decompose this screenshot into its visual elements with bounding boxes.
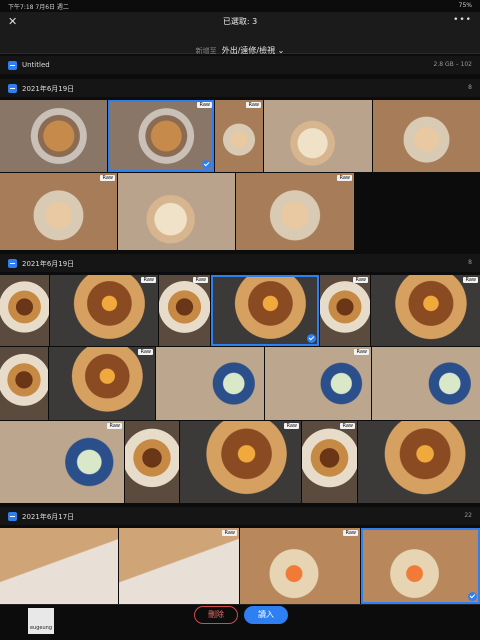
section-checkbox[interactable] xyxy=(8,84,17,93)
selected-check-icon xyxy=(202,160,211,169)
photo-thumbnail[interactable] xyxy=(0,528,118,604)
photo-thumbnail[interactable]: Raw xyxy=(371,275,480,346)
action-bar xyxy=(0,604,480,640)
album-size: 2.8 GB – 102 xyxy=(433,61,472,68)
status-bar: 下午7:18 7月6日 週二 75% xyxy=(0,0,480,12)
section-date: 2021年6月19日 xyxy=(22,85,75,93)
battery-indicator: 75% xyxy=(458,2,472,9)
selected-check-icon xyxy=(307,334,316,343)
photo-thumbnail[interactable]: Raw xyxy=(108,100,214,172)
photo-thumbnail[interactable]: Raw xyxy=(265,347,371,420)
section-header[interactable]: 2021年6月17日 22 xyxy=(0,507,480,525)
photo-thumbnail[interactable]: Raw xyxy=(50,275,158,346)
photo-thumbnail[interactable] xyxy=(156,347,264,420)
raw-badge: Raw xyxy=(353,277,368,283)
destination-value[interactable]: 外出/遠修/檢視 ⌄ xyxy=(222,46,285,55)
photo-thumbnail[interactable]: Raw xyxy=(240,528,360,604)
raw-badge: Raw xyxy=(340,423,355,429)
photo-thumbnail[interactable]: Raw xyxy=(236,173,354,250)
album-checkbox[interactable] xyxy=(8,61,17,70)
raw-badge: Raw xyxy=(100,175,115,181)
raw-badge: Raw xyxy=(197,102,212,108)
photo-thumbnail[interactable]: Raw xyxy=(180,421,301,503)
section-count: 8 xyxy=(468,84,472,91)
section-count: 22 xyxy=(464,512,472,519)
top-bar: ✕ 已選取: 3 ••• xyxy=(0,12,480,32)
photo-thumbnail[interactable] xyxy=(0,347,48,420)
photo-thumbnail[interactable] xyxy=(0,100,107,172)
photo-thumbnail[interactable]: Raw xyxy=(0,173,117,250)
raw-badge: Raw xyxy=(337,175,352,181)
destination-bar[interactable]: 新增至 外出/遠修/檢視 ⌄ xyxy=(0,32,480,55)
selection-title: 已選取: 3 xyxy=(222,17,258,26)
raw-badge: Raw xyxy=(284,423,299,429)
photo-thumbnail[interactable] xyxy=(373,100,480,172)
raw-badge: Raw xyxy=(193,277,208,283)
section-date: 2021年6月19日 xyxy=(22,260,75,268)
photo-thumbnail[interactable]: Raw xyxy=(320,275,370,346)
photo-thumbnail[interactable]: Raw xyxy=(0,421,124,503)
destination-prefix: 新增至 xyxy=(195,47,217,55)
raw-badge: Raw xyxy=(246,102,261,108)
section-count: 8 xyxy=(468,259,472,266)
photo-thumbnail[interactable] xyxy=(125,421,179,503)
raw-badge: Raw xyxy=(354,349,369,355)
selected-check-icon xyxy=(468,592,477,601)
section-checkbox[interactable] xyxy=(8,512,17,521)
section-header[interactable]: 2021年6月19日 8 xyxy=(0,79,480,97)
photo-thumbnail[interactable]: Raw xyxy=(215,100,263,172)
raw-badge: Raw xyxy=(107,423,122,429)
photo-thumbnail[interactable] xyxy=(372,347,480,420)
album-title: Untitled xyxy=(22,61,50,69)
photo-thumbnail[interactable]: Raw xyxy=(159,275,210,346)
status-time: 下午7:18 7月6日 週二 xyxy=(8,4,69,11)
section-date: 2021年6月17日 xyxy=(22,513,75,521)
photo-thumbnail[interactable]: Raw xyxy=(49,347,155,420)
photo-thumbnail[interactable]: Raw xyxy=(302,421,357,503)
photo-thumbnail[interactable]: Raw xyxy=(119,528,239,604)
album-header[interactable]: Untitled 2.8 GB – 102 xyxy=(0,56,480,74)
photo-thumbnail[interactable] xyxy=(211,275,319,346)
photo-thumbnail[interactable] xyxy=(358,421,480,503)
delete-button[interactable]: 刪除 xyxy=(194,606,238,624)
more-icon[interactable]: ••• xyxy=(453,15,472,25)
watermark-text: eugeung xyxy=(29,625,52,631)
raw-badge: Raw xyxy=(222,530,237,536)
watermark-logo: eugeung xyxy=(28,608,54,634)
photo-thumbnail[interactable] xyxy=(361,528,480,604)
raw-badge: Raw xyxy=(343,530,358,536)
section-header[interactable]: 2021年6月19日 8 xyxy=(0,254,480,272)
photo-thumbnail[interactable] xyxy=(0,275,49,346)
raw-badge: Raw xyxy=(463,277,478,283)
photo-thumbnail[interactable] xyxy=(118,173,235,250)
section-checkbox[interactable] xyxy=(8,259,17,268)
import-button[interactable]: 讀入 xyxy=(244,606,288,624)
raw-badge: Raw xyxy=(141,277,156,283)
photo-thumbnail[interactable] xyxy=(264,100,372,172)
raw-badge: Raw xyxy=(138,349,153,355)
